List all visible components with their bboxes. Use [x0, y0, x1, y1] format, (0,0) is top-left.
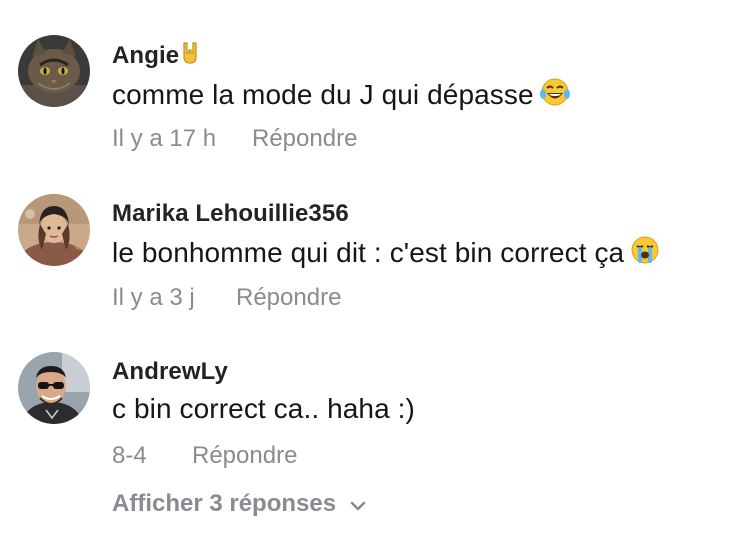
username[interactable]: AndrewLy	[112, 358, 228, 386]
comment-text: le bonhomme qui dit : c'est bin correct …	[112, 235, 660, 272]
rock-hand-icon	[180, 41, 200, 72]
username[interactable]: Marika Lehouillie356	[112, 200, 349, 228]
avatar[interactable]	[18, 352, 90, 424]
avatar[interactable]	[18, 194, 90, 266]
comment-timestamp: Il y a 17 h	[112, 125, 217, 152]
comment-text: c bin correct ca.. haha :)	[112, 393, 415, 424]
show-replies-label: Afficher 3 réponses	[112, 490, 337, 517]
comment-text: comme la mode du J qui dépasse	[112, 77, 570, 114]
username-text: Angie	[112, 42, 180, 69]
reply-button[interactable]: Répondre	[252, 125, 357, 153]
comment-timestamp: Il y a 3 j	[112, 284, 195, 311]
comment-timestamp: 8-4	[112, 442, 147, 469]
comment-text-content: comme la mode du J qui dépasse	[112, 79, 534, 110]
avatar[interactable]	[18, 35, 90, 107]
chevron-down-icon	[350, 490, 366, 518]
show-replies-button[interactable]: Afficher 3 réponses	[112, 490, 366, 518]
username[interactable]: Angie	[112, 41, 200, 72]
reply-button[interactable]: Répondre	[192, 442, 297, 470]
reply-button[interactable]: Répondre	[236, 284, 341, 312]
comments-list: Angie comme la mode du J qui dépasse Il …	[0, 0, 736, 538]
comment-text-content: le bonhomme qui dit : c'est bin correct …	[112, 237, 625, 268]
loudly-crying-icon	[630, 235, 660, 272]
tears-of-joy-icon	[539, 77, 570, 114]
